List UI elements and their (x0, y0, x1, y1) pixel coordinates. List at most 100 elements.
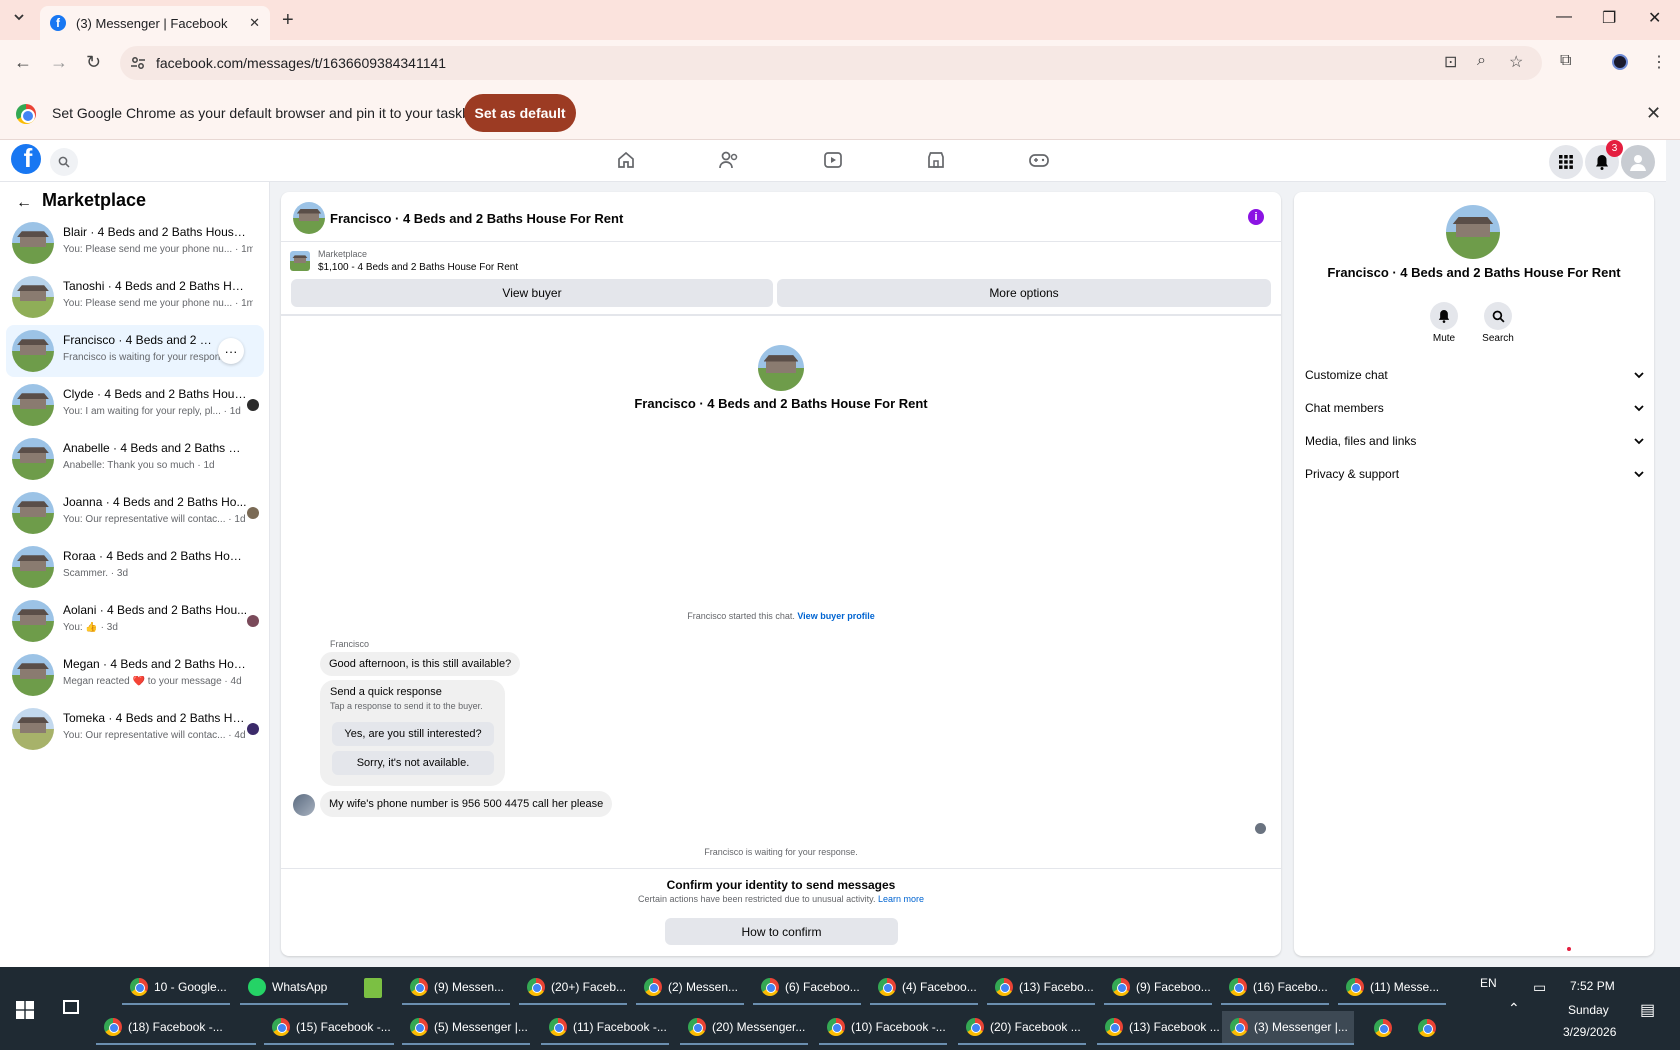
taskbar-item[interactable]: WhatsApp (240, 971, 348, 1005)
conversation-item[interactable]: Aolani · 4 Beds and 2 Baths Hou... You: 👍… (6, 595, 264, 647)
url-input[interactable]: facebook.com/messages/t/1636609384341141 (120, 46, 1542, 80)
new-tab-icon[interactable]: + (282, 9, 294, 32)
bookmark-star-icon[interactable]: ☆ (1509, 52, 1523, 72)
taskbar-item-active[interactable]: (3) Messenger |... (1222, 1011, 1354, 1045)
window-close-icon[interactable]: ✕ (1648, 8, 1661, 28)
conversation-name: Aolani · 4 Beds and 2 Baths Hou... (63, 603, 248, 617)
chat-members-row[interactable]: Chat members (1305, 396, 1645, 420)
tray-chevron-up-icon[interactable]: ⌃ (1508, 1000, 1520, 1017)
clock-time[interactable]: 7:52 PM (1570, 979, 1615, 993)
learn-more-link[interactable]: Learn more (878, 894, 924, 904)
chat-title[interactable]: Francisco · 4 Beds and 2 Baths House For… (330, 211, 623, 226)
extensions-icon[interactable]: ⧉ (1560, 52, 1571, 70)
how-to-confirm-button[interactable]: How to confirm (665, 918, 898, 945)
restore-icon[interactable]: ❐ (1602, 8, 1616, 28)
page-scrollbar[interactable] (1666, 140, 1680, 967)
clock-date: 3/29/2026 (1563, 1025, 1617, 1039)
profile-avatar[interactable] (1612, 54, 1628, 70)
infobar-message: Set Google Chrome as your default browse… (52, 105, 483, 121)
view-buyer-profile-link[interactable]: View buyer profile (797, 611, 874, 621)
quick-response-yes-button[interactable]: Yes, are you still interested? (332, 722, 494, 746)
windows-start-icon[interactable] (16, 1001, 34, 1019)
facebook-logo[interactable]: f (11, 144, 41, 174)
set-default-button[interactable]: Set as default (464, 94, 576, 132)
forward-icon[interactable]: → (50, 52, 68, 73)
conversation-item[interactable]: Roraa · 4 Beds and 2 Baths House ... Scam… (6, 541, 264, 593)
chrome-icon (1230, 1018, 1248, 1036)
conversation-item[interactable]: Joanna · 4 Beds and 2 Baths Ho... You: Ou… (6, 487, 264, 539)
home-icon[interactable] (616, 150, 636, 170)
taskbar-item[interactable] (1366, 1011, 1402, 1045)
infobar-close-icon[interactable]: ✕ (1646, 103, 1661, 124)
notification-center-icon[interactable]: ▤ (1640, 1000, 1655, 1020)
info-icon[interactable]: i (1248, 209, 1264, 225)
taskbar-item[interactable]: (6) Faceboo... (753, 971, 861, 1005)
taskbar-item[interactable]: (13) Facebo... (987, 971, 1095, 1005)
mute-label: Mute (1432, 333, 1456, 344)
facebook-search-icon[interactable] (50, 148, 78, 176)
taskbar-item[interactable] (1410, 1011, 1446, 1045)
tab-search-chevron-icon[interactable] (12, 10, 26, 24)
gaming-icon[interactable] (1028, 150, 1050, 170)
search-icon[interactable] (1484, 302, 1512, 330)
tab-close-icon[interactable]: ✕ (249, 15, 260, 31)
customize-chat-row[interactable]: Customize chat (1305, 363, 1645, 387)
language-indicator[interactable]: EN (1480, 976, 1497, 990)
browser-tab-active[interactable]: f (3) Messenger | Facebook ✕ (40, 6, 270, 40)
reload-icon[interactable]: ↻ (86, 52, 101, 73)
taskbar-item[interactable]: (2) Messen... (636, 971, 744, 1005)
divider (281, 314, 1281, 316)
conversation-preview: Megan reacted ❤️ to your message · 4d (63, 676, 242, 687)
taskbar-item[interactable]: (20) Messenger... (680, 1011, 808, 1045)
listing-price[interactable]: $1,100 - 4 Beds and 2 Baths House For Re… (318, 262, 518, 273)
chrome-menu-icon[interactable]: ⋮ (1651, 52, 1667, 72)
taskbar-item[interactable]: (11) Messe... (1338, 971, 1446, 1005)
account-avatar[interactable] (1621, 145, 1655, 179)
more-options-icon[interactable]: ··· (218, 338, 244, 364)
conversation-item[interactable]: Clyde · 4 Beds and 2 Baths Hous... You: I… (6, 379, 264, 431)
read-receipt-avatar (247, 507, 259, 519)
conversation-item[interactable]: Anabelle · 4 Beds and 2 Baths Hou... Anab… (6, 433, 264, 485)
conversation-item[interactable]: Blair · 4 Beds and 2 Baths House F... You… (6, 217, 264, 269)
zoom-icon[interactable]: ⌕ (1477, 52, 1486, 70)
taskbar-item[interactable]: (15) Facebook -... (264, 1011, 394, 1045)
taskbar-item[interactable]: (20) Facebook ... (958, 1011, 1086, 1045)
install-app-icon[interactable]: ⊡ (1444, 52, 1457, 72)
taskbar-label: (5) Messenger |... (434, 1020, 528, 1034)
network-icon[interactable]: ▭ (1533, 979, 1546, 996)
taskbar-item[interactable]: (18) Facebook -... (96, 1011, 256, 1045)
friends-icon[interactable] (718, 150, 740, 170)
taskbar-item[interactable]: 10 - Google... (122, 971, 230, 1005)
back-icon[interactable]: ← (14, 52, 32, 73)
site-info-icon[interactable] (130, 55, 146, 71)
quick-response-no-button[interactable]: Sorry, it's not available. (332, 751, 494, 775)
view-buyer-button[interactable]: View buyer (291, 279, 773, 307)
marketplace-icon[interactable] (926, 150, 946, 170)
conversation-item[interactable]: Tanoshi · 4 Beds and 2 Baths Hous... You:… (6, 271, 264, 323)
taskbar-item[interactable]: (20+) Faceb... (519, 971, 627, 1005)
taskbar-item[interactable]: (9) Faceboo... (1104, 971, 1212, 1005)
task-view-icon[interactable] (63, 1000, 79, 1014)
taskbar-item[interactable]: (5) Messenger |... (402, 1011, 530, 1045)
listing-thumbnail[interactable] (290, 251, 310, 271)
taskbar-item[interactable]: (4) Faceboo... (870, 971, 978, 1005)
mute-bell-icon[interactable] (1430, 302, 1458, 330)
minimize-icon[interactable]: — (1556, 8, 1572, 26)
taskbar-item[interactable]: (9) Messen... (402, 971, 510, 1005)
back-arrow-icon[interactable]: ← (16, 194, 32, 212)
taskbar-item[interactable] (356, 971, 392, 1005)
chat-header-avatar[interactable] (293, 202, 325, 234)
taskbar-item[interactable]: (11) Facebook -... (541, 1011, 669, 1045)
video-icon[interactable] (823, 150, 843, 170)
taskbar-item[interactable]: (10) Facebook -... (819, 1011, 947, 1045)
media-files-links-row[interactable]: Media, files and links (1305, 429, 1645, 453)
conversation-item-active[interactable]: Francisco · 4 Beds and 2 Baths ... Franci… (6, 325, 264, 377)
privacy-support-row[interactable]: Privacy & support (1305, 462, 1645, 486)
taskbar-item[interactable]: (13) Facebook ... (1097, 1011, 1225, 1045)
menu-grid-icon[interactable] (1549, 145, 1583, 179)
conversation-item[interactable]: Tomeka · 4 Beds and 2 Baths Ho... You: Ou… (6, 703, 264, 755)
more-options-button[interactable]: More options (777, 279, 1271, 307)
taskbar-label: WhatsApp (272, 980, 328, 994)
taskbar-item[interactable]: (16) Facebo... (1221, 971, 1329, 1005)
conversation-item[interactable]: Megan · 4 Beds and 2 Baths House... Megan… (6, 649, 264, 701)
